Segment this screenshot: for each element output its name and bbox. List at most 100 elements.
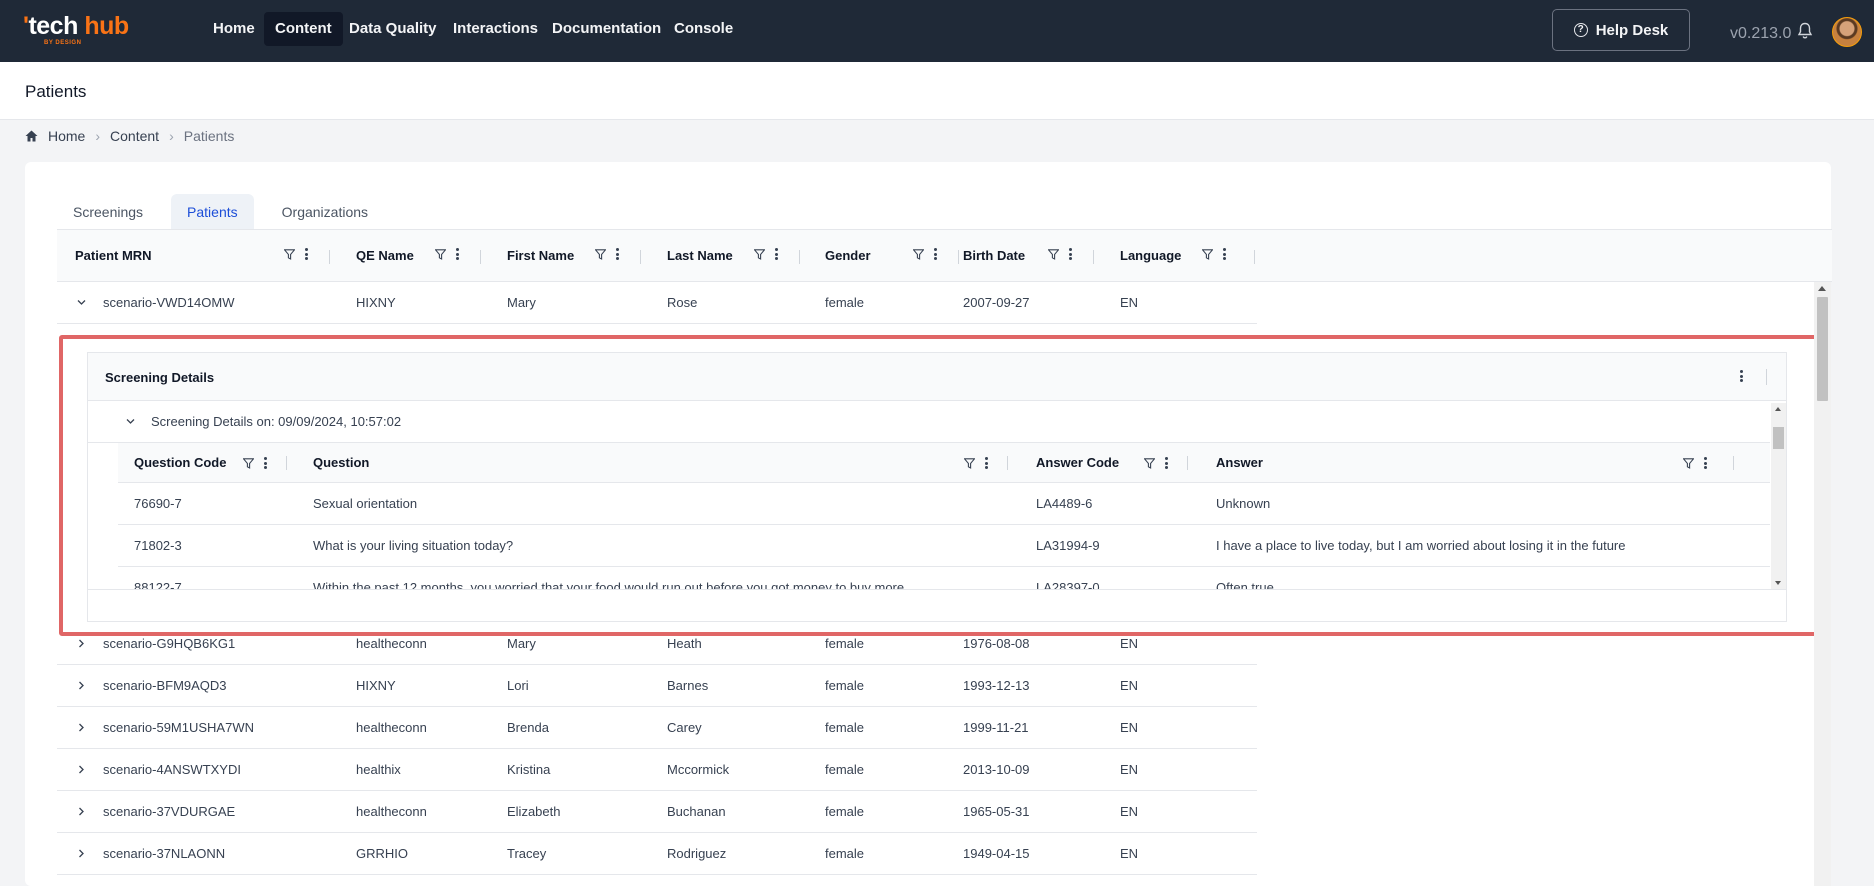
cell-first-name: Mary <box>507 636 536 651</box>
col-answer[interactable]: Answer <box>1216 443 1263 483</box>
cell-qe-name: healtheconn <box>356 804 427 819</box>
breadcrumb-home[interactable]: Home <box>48 128 85 144</box>
column-separator[interactable] <box>1093 250 1094 264</box>
table-row[interactable]: scenario-59M1USHA7WN healtheconn Brenda … <box>57 707 1257 749</box>
column-menu-icon[interactable] <box>1165 457 1168 469</box>
column-separator[interactable] <box>1007 456 1008 470</box>
scroll-up-icon[interactable] <box>1818 286 1826 291</box>
logo[interactable]: 'tech hub <box>23 12 129 41</box>
col-question-code[interactable]: Question Code <box>134 443 226 483</box>
col-gender[interactable]: Gender <box>825 230 871 282</box>
chevron-right-icon[interactable] <box>77 849 86 858</box>
column-separator[interactable] <box>329 250 330 264</box>
col-qe-name[interactable]: QE Name <box>356 230 414 282</box>
tab-screenings[interactable]: Screenings <box>57 194 159 230</box>
help-desk-button[interactable]: ? Help Desk <box>1552 9 1690 51</box>
cell-question: Sexual orientation <box>313 496 418 511</box>
col-question[interactable]: Question <box>313 443 369 483</box>
column-separator[interactable] <box>1254 250 1255 264</box>
table-row-expanded[interactable]: scenario-VWD14OMW HIXNY Mary Rose female… <box>57 282 1257 324</box>
column-separator[interactable] <box>958 250 959 264</box>
screening-details-table-body: 76690-7 Sexual orientation LA4489-6 Unkn… <box>118 483 1770 589</box>
column-menu-icon[interactable] <box>305 248 308 260</box>
tab-organizations[interactable]: Organizations <box>266 194 384 230</box>
chevron-right-icon[interactable] <box>77 807 86 816</box>
nav-console[interactable]: Console <box>663 12 744 46</box>
nav-content[interactable]: Content <box>264 12 343 46</box>
nav-interactions[interactable]: Interactions <box>442 12 549 46</box>
table-row[interactable]: 88122-7 Within the past 12 months, you w… <box>118 567 1770 589</box>
breadcrumb-content[interactable]: Content <box>110 128 159 144</box>
help-desk-label: Help Desk <box>1595 21 1669 39</box>
chevron-right-icon[interactable] <box>77 765 86 774</box>
cell-question: What is your living situation today? <box>313 538 514 553</box>
nav-documentation[interactable]: Documentation <box>541 12 672 46</box>
chevron-down-icon[interactable] <box>77 298 86 307</box>
col-birth-date[interactable]: Birth Date <box>963 230 1025 282</box>
scroll-down-icon[interactable] <box>1775 581 1781 585</box>
scrollbar-thumb[interactable] <box>1817 297 1828 401</box>
chevron-right-icon[interactable] <box>77 681 86 690</box>
table-scrollbar[interactable] <box>1814 282 1831 886</box>
col-last-name[interactable]: Last Name <box>667 230 733 282</box>
chevron-down-icon[interactable] <box>126 417 135 426</box>
details-scrollbar[interactable] <box>1771 403 1786 589</box>
table-row[interactable]: scenario-37VDURGAE healtheconn Elizabeth… <box>57 791 1257 833</box>
column-menu-icon[interactable] <box>934 248 937 260</box>
scrollbar-thumb[interactable] <box>1773 427 1784 449</box>
table-row[interactable]: scenario-G9HQB6KG1 healtheconn Mary Heat… <box>57 623 1257 665</box>
filter-icon[interactable] <box>1048 248 1059 260</box>
chevron-right-icon[interactable] <box>77 723 86 732</box>
column-menu-icon[interactable] <box>1069 248 1072 260</box>
table-row[interactable]: scenario-BFM9AQD3 HIXNY Lori Barnes fema… <box>57 665 1257 707</box>
column-separator[interactable] <box>1733 456 1734 470</box>
filter-icon[interactable] <box>243 457 254 469</box>
cell-birth-date: 1976-08-08 <box>963 636 1030 651</box>
column-menu-icon[interactable] <box>1704 457 1707 469</box>
column-menu-icon[interactable] <box>985 457 988 469</box>
filter-icon[interactable] <box>435 248 446 260</box>
nav-data-quality[interactable]: Data Quality <box>338 12 448 46</box>
col-patient-mrn[interactable]: Patient MRN <box>75 230 152 282</box>
col-answer-actions <box>1683 457 1707 469</box>
cell-last-name: Carey <box>667 720 702 735</box>
cell-qe-name: HIXNY <box>356 295 396 310</box>
table-row[interactable]: scenario-37NLAONN GRRHIO Tracey Rodrigue… <box>57 833 1257 875</box>
column-separator[interactable] <box>286 456 287 470</box>
chevron-right-icon[interactable] <box>77 639 86 648</box>
col-first-name[interactable]: First Name <box>507 230 574 282</box>
scroll-up-icon[interactable] <box>1775 407 1781 411</box>
nav-home[interactable]: Home <box>202 12 266 46</box>
table-row[interactable]: 76690-7 Sexual orientation LA4489-6 Unkn… <box>118 483 1770 525</box>
column-separator[interactable] <box>640 250 641 264</box>
cell-birth-date: 1993-12-13 <box>963 678 1030 693</box>
cell-mrn: scenario-37VDURGAE <box>103 804 236 819</box>
filter-icon[interactable] <box>913 248 924 260</box>
panel-menu-icon[interactable] <box>1740 370 1743 382</box>
column-menu-icon[interactable] <box>1223 248 1226 260</box>
table-row[interactable]: 71802-3 What is your living situation to… <box>118 525 1770 567</box>
filter-icon[interactable] <box>754 248 765 260</box>
filter-icon[interactable] <box>964 457 975 469</box>
filter-icon[interactable] <box>595 248 606 260</box>
column-menu-icon[interactable] <box>775 248 778 260</box>
cell-last-name: Rose <box>667 295 698 310</box>
column-separator[interactable] <box>799 250 800 264</box>
screening-group-row[interactable]: Screening Details on: 09/09/2024, 10:57:… <box>88 401 1770 443</box>
column-menu-icon[interactable] <box>616 248 619 260</box>
filter-icon[interactable] <box>284 248 295 260</box>
column-separator[interactable] <box>480 250 481 264</box>
filter-icon[interactable] <box>1683 457 1694 469</box>
col-answer-code[interactable]: Answer Code <box>1036 443 1119 483</box>
bell-icon[interactable] <box>1797 22 1813 40</box>
col-language[interactable]: Language <box>1120 230 1181 282</box>
column-menu-icon[interactable] <box>264 457 267 469</box>
cell-question-code: 76690-7 <box>134 496 182 511</box>
filter-icon[interactable] <box>1144 457 1155 469</box>
column-menu-icon[interactable] <box>456 248 459 260</box>
user-avatar[interactable] <box>1832 17 1862 47</box>
filter-icon[interactable] <box>1202 248 1213 260</box>
column-separator[interactable] <box>1187 456 1188 470</box>
table-row[interactable]: scenario-4ANSWTXYDI healthix Kristina Mc… <box>57 749 1257 791</box>
tab-patients[interactable]: Patients <box>171 194 254 230</box>
